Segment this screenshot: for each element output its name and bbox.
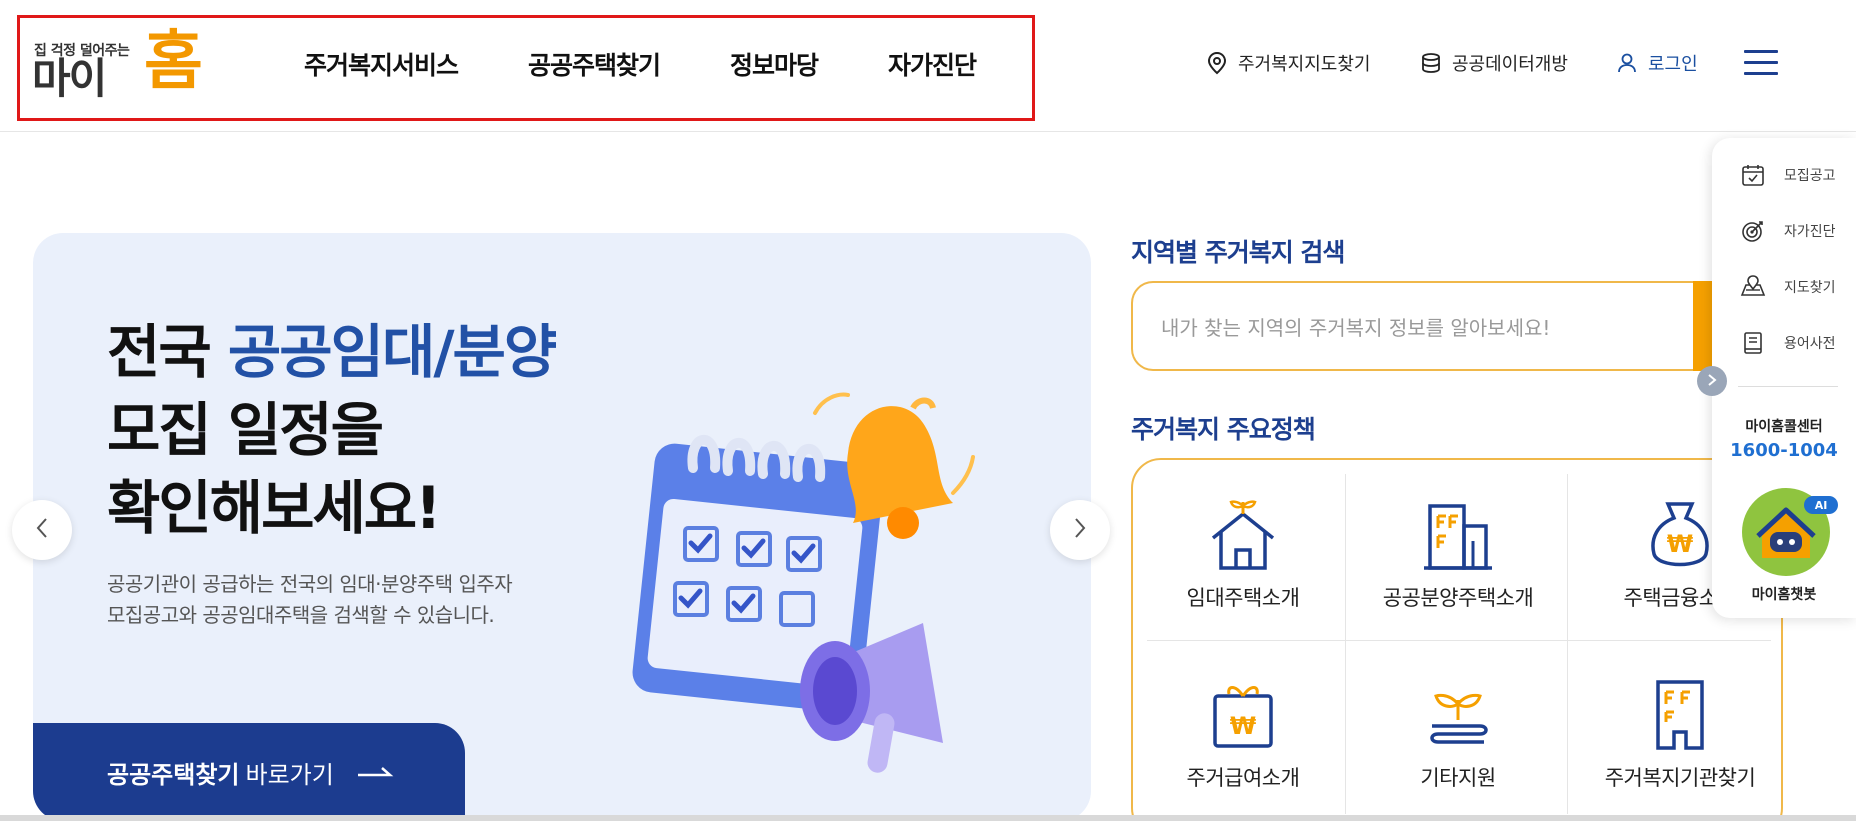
svg-text:₩: ₩ <box>1667 530 1694 558</box>
divider <box>1738 386 1838 387</box>
call-center-label: 마이홈콜센터 <box>1745 419 1823 435</box>
hero-title-line3: 확인해보세요! <box>107 474 442 542</box>
quick-item-label: 자가진단 <box>1784 224 1836 240</box>
region-search-input[interactable]: 내가 찾는 지역의 주거복지 정보를 알아보세요! <box>1131 281 1711 371</box>
cta-label: 바로가기 <box>245 760 334 789</box>
search-placeholder: 내가 찾는 지역의 주거복지 정보를 알아보세요! <box>1161 315 1551 340</box>
quick-glossary[interactable]: 용어사전 <box>1738 328 1856 358</box>
policy-label: 주거복지기관찾기 <box>1604 766 1756 790</box>
policy-label: 주거급여소개 <box>1186 766 1300 790</box>
policy-other-support[interactable]: 기타지원 <box>1348 640 1568 815</box>
login-link[interactable]: 로그인 <box>1616 50 1698 76</box>
bottom-border <box>0 815 1856 821</box>
hero-title-plain: 전국 <box>107 318 228 386</box>
arrow-right-icon <box>356 758 394 786</box>
public-housing-shortcut-button[interactable]: 공공주택찾기 바로가기 <box>33 723 465 821</box>
util-map-link[interactable]: 주거복지지도찾기 <box>1206 50 1370 76</box>
menu-hamburger-button[interactable] <box>1744 50 1778 76</box>
map-icon <box>1738 272 1768 302</box>
policy-section-title: 주거복지 주요정책 <box>1131 415 1316 444</box>
util-open-data-label: 공공데이터개방 <box>1452 54 1568 75</box>
calendar-check-icon <box>1738 160 1768 190</box>
policy-find-agency[interactable]: 주거복지기관찾기 <box>1570 640 1781 815</box>
user-icon <box>1616 52 1638 74</box>
quick-item-label: 모집공고 <box>1784 168 1836 184</box>
quick-map-search[interactable]: 지도찾기 <box>1738 272 1856 302</box>
quick-recruit-notice[interactable]: 모집공고 <box>1738 160 1856 190</box>
chatbot-label: 마이홈챗봇 <box>1751 587 1817 603</box>
hero-description: 공공기관이 공급하는 전국의 임대·분양주택 입주자 모집공고와 공공임대주택을… <box>107 572 513 627</box>
login-label: 로그인 <box>1648 54 1698 75</box>
svg-text:₩: ₩ <box>1230 712 1257 740</box>
slide-next-button[interactable] <box>1050 500 1110 560</box>
target-icon <box>1738 216 1768 246</box>
quick-item-label: 용어사전 <box>1784 336 1836 352</box>
sprout-icon <box>1348 676 1568 756</box>
building-icon <box>1348 496 1568 576</box>
call-center-number[interactable]: 1600-1004 <box>1712 440 1856 461</box>
calendar-bell-illustration <box>632 392 975 773</box>
cta-bold-label: 공공주택찾기 <box>107 760 240 789</box>
util-open-data-link[interactable]: 공공데이터개방 <box>1420 50 1568 76</box>
policy-grid: 임대주택소개 공공분양주택소개 ₩ 주택금융소개 ₩ 주거급여소개 기타지원 주… <box>1131 458 1783 821</box>
chevron-left-icon <box>35 517 49 543</box>
hamburger-line <box>1744 50 1778 53</box>
policy-housing-benefit[interactable]: ₩ 주거급여소개 <box>1133 640 1353 815</box>
region-search-title: 지역별 주거복지 검색 <box>1131 238 1345 267</box>
map-pin-icon <box>1206 51 1228 75</box>
hero-banner: 전국 공공임대/분양 모집 일정을 확인해보세요! 공공기관이 공급하는 전국의… <box>33 233 1091 821</box>
book-icon <box>1738 328 1768 358</box>
hero-title: 전국 공공임대/분양 모집 일정을 확인해보세요! <box>107 313 557 547</box>
policy-label: 공공분양주택소개 <box>1382 586 1534 610</box>
hero-title-accent: 공공임대/분양 <box>227 318 557 386</box>
policy-label: 기타지원 <box>1420 766 1496 790</box>
site-header: 집 걱정 덜어주는 마이 홈 주거복지서비스 공공주택찾기 정보마당 자가진단 … <box>0 0 1856 132</box>
quick-menu-toggle-button[interactable] <box>1697 366 1727 396</box>
chevron-right-icon <box>1073 517 1087 543</box>
house-sprout-icon <box>1133 496 1353 576</box>
ai-badge: AI <box>1804 496 1838 514</box>
slide-prev-button[interactable] <box>12 500 72 560</box>
policy-rental-housing[interactable]: 임대주택소개 <box>1133 460 1353 635</box>
quick-self-diagnosis[interactable]: 자가진단 <box>1738 216 1856 246</box>
chevron-right-icon <box>1707 372 1717 391</box>
policy-public-sale-housing[interactable]: 공공분양주택소개 <box>1348 460 1568 635</box>
database-icon <box>1420 52 1442 74</box>
hamburger-line <box>1744 61 1778 64</box>
office-building-icon <box>1570 676 1781 756</box>
hamburger-line <box>1744 72 1778 75</box>
quick-item-label: 지도찾기 <box>1784 280 1836 296</box>
policy-label: 임대주택소개 <box>1186 586 1300 610</box>
quick-menu-panel: 모집공고 자가진단 지도찾기 용어사전 마이홈콜센터 1600-1004 AI … <box>1712 138 1856 618</box>
hero-title-line2: 모집 일정을 <box>107 396 384 464</box>
util-map-label: 주거복지지도찾기 <box>1238 54 1371 75</box>
page: 집 걱정 덜어주는 마이 홈 주거복지서비스 공공주택찾기 정보마당 자가진단 … <box>0 0 1856 821</box>
gift-box-icon: ₩ <box>1133 676 1353 756</box>
chatbot-button[interactable]: AI <box>1742 488 1838 576</box>
highlight-box <box>17 15 1035 121</box>
